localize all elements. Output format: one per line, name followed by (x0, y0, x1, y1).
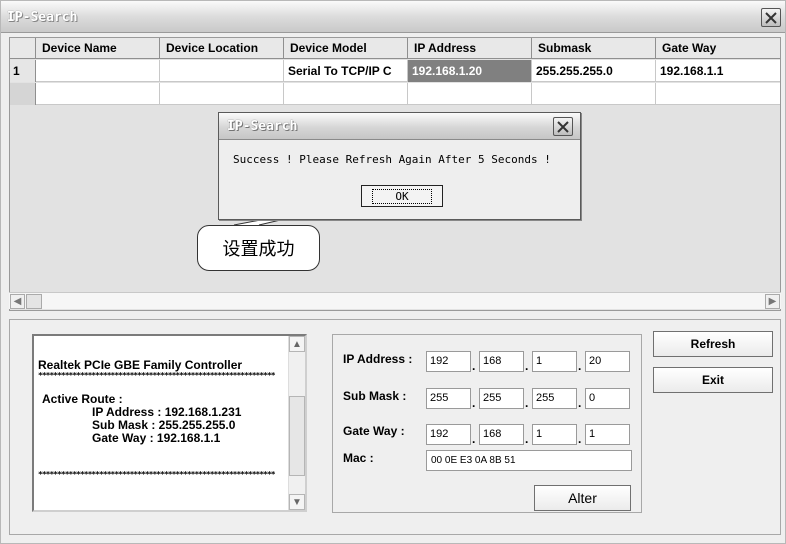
scroll-right-icon[interactable]: ▶ (765, 294, 780, 309)
ip-octet-3[interactable]: 1 (532, 351, 577, 372)
row-index-empty[interactable] (10, 83, 36, 105)
scroll-up-icon[interactable]: ▲ (289, 336, 305, 352)
gw-octet-1[interactable]: 192 (426, 424, 471, 445)
adapter-name: Realtek PCIe GBE Family Controller (38, 358, 243, 372)
adapter-info-box[interactable]: Realtek PCIe GBE Family Controller *****… (32, 334, 307, 512)
grid-corner (10, 38, 36, 59)
column-header-gate-way[interactable]: Gate Way (656, 38, 780, 59)
success-dialog: IP-Search Success ! Please Refresh Again… (218, 112, 581, 220)
sub-mask-label: Sub Mask : (343, 389, 407, 403)
empty-cell[interactable] (36, 83, 160, 105)
close-icon (557, 120, 569, 133)
ip-octet-2[interactable]: 168 (479, 351, 524, 372)
scroll-down-icon[interactable]: ▼ (289, 494, 305, 510)
gate-way-label: Gate Way : (343, 424, 405, 438)
ip-octet-4[interactable]: 20 (585, 351, 630, 372)
ip-octet-1[interactable]: 192 (426, 351, 471, 372)
main-window: IP-Search Device Name Device Location De… (0, 0, 786, 544)
column-header-submask[interactable]: Submask (532, 38, 656, 59)
exit-button[interactable]: Exit (653, 367, 773, 393)
gw-octet-2[interactable]: 168 (479, 424, 524, 445)
column-header-device-model[interactable]: Device Model (284, 38, 408, 59)
adapter-info-text: Realtek PCIe GBE Family Controller *****… (38, 358, 286, 479)
dialog-title: IP-Search (227, 119, 298, 134)
cell-device-model[interactable]: Serial To TCP/IP C (284, 60, 408, 82)
dialog-message: Success ! Please Refresh Again After 5 S… (233, 153, 551, 166)
gw-octet-3[interactable]: 1 (532, 424, 577, 445)
column-header-device-location[interactable]: Device Location (160, 38, 284, 59)
mask-octet-2[interactable]: 255 (479, 388, 524, 409)
separator-line: ****************************************… (38, 471, 276, 479)
vertical-scrollbar[interactable]: ▲ ▼ (288, 336, 305, 510)
ip-address-label: IP Address : (343, 352, 413, 366)
row-index[interactable]: 1 (10, 60, 36, 82)
empty-cell[interactable] (284, 83, 408, 105)
mask-octet-1[interactable]: 255 (426, 388, 471, 409)
close-button[interactable] (761, 8, 781, 27)
title-bar: IP-Search (1, 1, 785, 33)
scroll-thumb[interactable] (26, 294, 42, 309)
empty-cell[interactable] (532, 83, 656, 105)
empty-cell[interactable] (408, 83, 532, 105)
dialog-close-button[interactable] (553, 117, 573, 136)
ip-config-panel: IP Address : 192 . 168 . 1 . 20 Sub Mask… (332, 334, 642, 513)
grid-header: Device Name Device Location Device Model… (10, 38, 780, 59)
separator-line: ****************************************… (38, 372, 276, 380)
dialog-title-bar: IP-Search (219, 113, 580, 140)
scroll-left-icon[interactable]: ◀ (10, 294, 25, 309)
cell-ip-address[interactable]: 192.168.1.20 (408, 60, 532, 82)
ok-button[interactable]: OK (361, 185, 443, 207)
table-row-empty[interactable] (10, 83, 780, 105)
cell-gate-way[interactable]: 192.168.1.1 (656, 60, 780, 82)
empty-cell[interactable] (656, 83, 780, 105)
mac-field[interactable]: 00 0E E3 0A 8B 51 (426, 450, 632, 471)
mac-label: Mac : (343, 451, 374, 465)
window-title: IP-Search (7, 10, 78, 25)
column-header-device-name[interactable]: Device Name (36, 38, 160, 59)
refresh-button[interactable]: Refresh (653, 331, 773, 357)
scroll-thumb[interactable] (289, 396, 305, 476)
column-header-ip-address[interactable]: IP Address (408, 38, 532, 59)
empty-cell[interactable] (160, 83, 284, 105)
close-icon (765, 11, 777, 24)
gw-octet-4[interactable]: 1 (585, 424, 630, 445)
table-row[interactable]: 1 Serial To TCP/IP C 192.168.1.20 255.25… (10, 60, 780, 82)
callout-note: 设置成功 (197, 225, 320, 271)
mask-octet-4[interactable]: 0 (585, 388, 630, 409)
mask-octet-3[interactable]: 255 (532, 388, 577, 409)
cell-submask[interactable]: 255.255.255.0 (532, 60, 656, 82)
cell-device-name[interactable] (36, 60, 160, 82)
route-gateway: Gate Way : 192.168.1.1 (92, 431, 221, 445)
horizontal-scrollbar[interactable]: ◀ ▶ (9, 292, 781, 309)
cell-device-location[interactable] (160, 60, 284, 82)
alter-button[interactable]: Alter (534, 485, 631, 511)
route-heading: Active Route : (42, 392, 123, 406)
ok-label: OK (372, 188, 432, 204)
